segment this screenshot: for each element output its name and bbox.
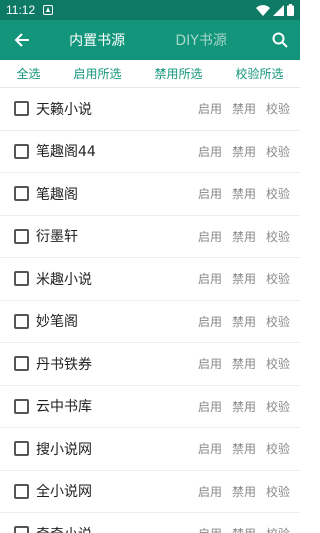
list-item: 天籁小说 启用 禁用 校验 bbox=[0, 88, 300, 131]
enable-button[interactable]: 启用 bbox=[198, 483, 222, 500]
source-checkbox[interactable] bbox=[14, 186, 29, 202]
verify-button[interactable]: 校验 bbox=[266, 270, 290, 287]
app-bar: 内置书源 DIY书源 bbox=[0, 20, 300, 60]
disable-button[interactable]: 禁用 bbox=[232, 270, 256, 287]
source-name: 衍墨轩 bbox=[36, 229, 78, 246]
source-tabs: 内置书源 DIY书源 bbox=[44, 30, 260, 50]
source-checkbox[interactable] bbox=[14, 271, 29, 287]
source-name: 笔趣阁44 bbox=[36, 144, 96, 161]
arrow-left-icon bbox=[14, 33, 29, 47]
source-name: 妙笔阁 bbox=[36, 314, 78, 331]
list-item: 丹书铁券 启用 禁用 校验 bbox=[0, 343, 300, 386]
enable-selected-button[interactable]: 启用所选 bbox=[73, 65, 121, 82]
disable-button[interactable]: 禁用 bbox=[232, 100, 256, 117]
source-name: 米趣小说 bbox=[36, 271, 92, 288]
verify-button[interactable]: 校验 bbox=[266, 143, 290, 160]
verify-button[interactable]: 校验 bbox=[266, 313, 290, 330]
list-item: 搜小说网 启用 禁用 校验 bbox=[0, 428, 300, 471]
battery-icon bbox=[287, 4, 294, 16]
disable-button[interactable]: 禁用 bbox=[232, 143, 256, 160]
source-checkbox[interactable] bbox=[14, 228, 29, 244]
source-list: 天籁小说 启用 禁用 校验 笔趣阁44 启用 禁用 校验 笔趣阁 启用 禁用 校… bbox=[0, 88, 300, 533]
source-checkbox[interactable] bbox=[14, 313, 29, 329]
verify-button[interactable]: 校验 bbox=[266, 355, 290, 372]
verify-button[interactable]: 校验 bbox=[266, 228, 290, 245]
disable-button[interactable]: 禁用 bbox=[232, 525, 256, 533]
disable-button[interactable]: 禁用 bbox=[232, 355, 256, 372]
enable-button[interactable]: 启用 bbox=[198, 270, 222, 287]
disable-selected-button[interactable]: 禁用所选 bbox=[154, 65, 202, 82]
source-name: 奇奇小说 bbox=[36, 524, 188, 533]
verify-selected-button[interactable]: 校验所选 bbox=[235, 65, 283, 82]
source-name: 丹书铁券 bbox=[36, 356, 92, 373]
wifi-icon bbox=[256, 4, 270, 16]
list-item: 云中书库 启用 禁用 校验 bbox=[0, 386, 300, 428]
enable-button[interactable]: 启用 bbox=[198, 440, 222, 457]
disable-button[interactable]: 禁用 bbox=[232, 185, 256, 202]
source-name: 搜小说网 bbox=[36, 441, 92, 458]
enable-button[interactable]: 启用 bbox=[198, 398, 222, 415]
status-bar: 11:12 bbox=[0, 0, 300, 20]
tab-diy-sources[interactable]: DIY书源 bbox=[175, 30, 226, 50]
verify-button[interactable]: 校验 bbox=[266, 483, 290, 500]
verify-button[interactable]: 校验 bbox=[266, 440, 290, 457]
disable-button[interactable]: 禁用 bbox=[232, 398, 256, 415]
source-name: 云中书库 bbox=[36, 399, 92, 416]
status-time: 11:12 bbox=[6, 3, 36, 17]
bulk-action-bar: 全选 启用所选 禁用所选 校验所选 bbox=[0, 60, 300, 88]
verify-button[interactable]: 校验 bbox=[266, 525, 290, 533]
source-checkbox[interactable] bbox=[14, 483, 29, 499]
list-item: 奇奇小说 启用 禁用 校验 bbox=[0, 513, 300, 533]
search-icon bbox=[272, 32, 288, 48]
source-checkbox[interactable] bbox=[14, 356, 29, 372]
list-item: 妙笔阁 启用 禁用 校验 bbox=[0, 301, 300, 343]
list-item: 全小说网 启用 禁用 校验 bbox=[0, 471, 300, 513]
tab-builtin-sources[interactable]: 内置书源 bbox=[69, 30, 125, 50]
list-item: 衍墨轩 启用 禁用 校验 bbox=[0, 216, 300, 258]
source-name: 天籁小说 bbox=[36, 101, 92, 118]
disable-button[interactable]: 禁用 bbox=[232, 440, 256, 457]
disable-button[interactable]: 禁用 bbox=[232, 228, 256, 245]
back-button[interactable] bbox=[0, 20, 44, 60]
source-name: 全小说网 bbox=[36, 484, 92, 501]
status-icons bbox=[256, 4, 294, 16]
source-checkbox[interactable] bbox=[14, 101, 29, 117]
enable-button[interactable]: 启用 bbox=[198, 313, 222, 330]
list-item: 笔趣阁 启用 禁用 校验 bbox=[0, 173, 300, 216]
source-checkbox[interactable] bbox=[14, 398, 29, 414]
enable-button[interactable]: 启用 bbox=[198, 100, 222, 117]
enable-button[interactable]: 启用 bbox=[198, 525, 222, 533]
signal-icon bbox=[273, 4, 284, 16]
disable-button[interactable]: 禁用 bbox=[232, 313, 256, 330]
verify-button[interactable]: 校验 bbox=[266, 398, 290, 415]
notification-icon bbox=[43, 5, 54, 15]
enable-button[interactable]: 启用 bbox=[198, 143, 222, 160]
select-all-button[interactable]: 全选 bbox=[16, 65, 40, 82]
list-item: 米趣小说 启用 禁用 校验 bbox=[0, 258, 300, 301]
enable-button[interactable]: 启用 bbox=[198, 185, 222, 202]
source-name: 笔趣阁 bbox=[36, 186, 78, 203]
source-checkbox[interactable] bbox=[14, 441, 29, 457]
verify-button[interactable]: 校验 bbox=[266, 185, 290, 202]
enable-button[interactable]: 启用 bbox=[198, 228, 222, 245]
search-button[interactable] bbox=[260, 20, 300, 60]
disable-button[interactable]: 禁用 bbox=[232, 483, 256, 500]
source-checkbox[interactable] bbox=[14, 143, 29, 159]
list-item: 笔趣阁44 启用 禁用 校验 bbox=[0, 131, 300, 173]
verify-button[interactable]: 校验 bbox=[266, 100, 290, 117]
enable-button[interactable]: 启用 bbox=[198, 355, 222, 372]
source-checkbox[interactable] bbox=[14, 526, 29, 533]
